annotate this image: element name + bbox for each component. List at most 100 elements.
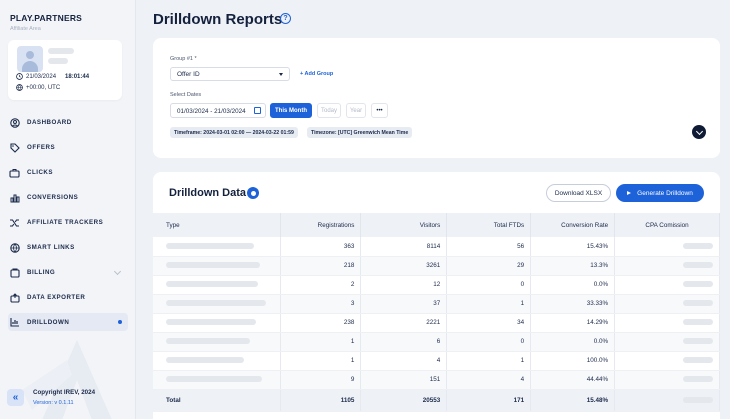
globe-icon bbox=[16, 84, 23, 91]
cpa-cell-blurred bbox=[614, 351, 720, 371]
chevron-down-icon[interactable] bbox=[113, 267, 122, 276]
col-total-ftds[interactable]: Total FTDs bbox=[446, 213, 532, 237]
type-cell-blurred bbox=[153, 294, 282, 314]
type-cell-blurred bbox=[153, 351, 282, 371]
visitors-cell: 37 bbox=[360, 294, 448, 314]
generate-drilldown-button[interactable]: Generate Drilldown bbox=[616, 184, 704, 202]
sidebar-item-label: CLICKS bbox=[27, 169, 54, 176]
type-cell-blurred bbox=[153, 313, 282, 333]
dates-label: Select Dates bbox=[170, 92, 202, 98]
table-row[interactable]: 1 6 0 0.0% bbox=[153, 332, 720, 352]
type-cell-blurred bbox=[153, 332, 282, 352]
ftds-cell: 1 bbox=[446, 294, 532, 314]
export-icon bbox=[9, 292, 20, 303]
sidebar-item-label: AFFILIATE TRACKERS bbox=[27, 219, 104, 226]
more-presets-button[interactable]: ••• bbox=[371, 103, 388, 118]
sidebar-item-conversions[interactable]: CONVERSIONS bbox=[0, 185, 136, 210]
sidebar-item-smart-links[interactable]: SMART LINKS bbox=[0, 235, 136, 260]
table-total-row: Total 1105 20553 171 15.48% bbox=[153, 389, 720, 412]
visitors-cell: 2221 bbox=[360, 313, 448, 333]
expand-filters-button[interactable] bbox=[692, 125, 706, 139]
data-title: Drilldown Data bbox=[169, 187, 247, 199]
rate-cell: 15.43% bbox=[530, 237, 616, 257]
col-registrations[interactable]: Registrations bbox=[280, 213, 362, 237]
registrations-cell: 218 bbox=[280, 256, 362, 276]
sidebar-item-clicks[interactable]: CLICKS bbox=[0, 160, 136, 185]
table-row[interactable]: 238 2221 34 14.29% bbox=[153, 313, 720, 333]
sidebar-item-label: CONVERSIONS bbox=[27, 194, 79, 201]
user-time: 18:01:44 bbox=[65, 73, 90, 80]
user-timezone: +00:00, UTC bbox=[16, 84, 60, 91]
table-row[interactable]: 3 37 1 33.33% bbox=[153, 294, 720, 314]
brand-subtitle: Affiliate Area bbox=[10, 26, 41, 32]
user-card: 21/03/2024 18:01:44 +00:00, UTC bbox=[8, 40, 122, 100]
ftds-cell: 34 bbox=[446, 313, 532, 333]
table-row[interactable]: 218 3261 29 13.3% bbox=[153, 256, 720, 276]
preset-this-month[interactable]: This Month bbox=[270, 103, 312, 118]
sidebar-item-label: DASHBOARD bbox=[27, 119, 72, 126]
collapse-sidebar-button[interactable]: « bbox=[7, 389, 24, 406]
user-role-blurred bbox=[48, 58, 68, 64]
col-conversion-rate[interactable]: Conversion Rate bbox=[530, 213, 616, 237]
user-circle-icon bbox=[9, 117, 20, 128]
total-cpa-blurred bbox=[614, 389, 720, 412]
help-icon[interactable]: ? bbox=[280, 13, 291, 24]
visitors-cell: 151 bbox=[360, 370, 448, 390]
total-rate: 15.48% bbox=[530, 389, 616, 412]
cpa-cell-blurred bbox=[614, 370, 720, 390]
sidebar-item-offers[interactable]: OFFERS bbox=[0, 135, 136, 160]
type-cell-blurred bbox=[153, 237, 282, 257]
rate-cell: 13.3% bbox=[530, 256, 616, 276]
ftds-cell: 0 bbox=[446, 275, 532, 295]
sidebar-item-data-exporter[interactable]: DATA EXPORTER bbox=[0, 285, 136, 310]
registrations-cell: 238 bbox=[280, 313, 362, 333]
sidebar-item-label: DATA EXPORTER bbox=[27, 294, 86, 301]
preset-today[interactable]: Today bbox=[317, 103, 341, 118]
sidebar-item-affiliate-trackers[interactable]: AFFILIATE TRACKERS bbox=[0, 210, 136, 235]
rate-cell: 33.33% bbox=[530, 294, 616, 314]
download-xlsx-button[interactable]: Download XLSX bbox=[546, 184, 611, 202]
shuffle-icon bbox=[9, 217, 20, 228]
visitors-cell: 3261 bbox=[360, 256, 448, 276]
col-visitors[interactable]: Visitors bbox=[360, 213, 448, 237]
user-datetime: 21/03/2024 18:01:44 bbox=[16, 73, 89, 80]
total-ftds: 171 bbox=[446, 389, 532, 412]
preset-year[interactable]: Year bbox=[346, 103, 366, 118]
table-row[interactable]: 9 151 4 44.44% bbox=[153, 370, 720, 390]
bar-chart-icon bbox=[9, 192, 20, 203]
clock-icon bbox=[16, 73, 23, 80]
ftds-cell: 0 bbox=[446, 332, 532, 352]
col-type[interactable]: Type bbox=[153, 213, 282, 237]
visitors-cell: 12 bbox=[360, 275, 448, 295]
chart-icon bbox=[9, 317, 20, 328]
type-cell-blurred bbox=[153, 256, 282, 276]
tag-icon bbox=[9, 142, 20, 153]
sidebar-item-label: SMART LINKS bbox=[27, 244, 75, 251]
col-cpa-comission[interactable]: CPA Comission bbox=[614, 213, 720, 237]
wallet-icon bbox=[9, 267, 20, 278]
date-range-input[interactable]: 01/03/2024 - 21/03/2024 bbox=[170, 103, 266, 118]
gear-icon[interactable] bbox=[247, 187, 259, 199]
total-label: Total bbox=[153, 389, 282, 412]
rate-cell: 14.29% bbox=[530, 313, 616, 333]
registrations-cell: 3 bbox=[280, 294, 362, 314]
page-title: Drilldown Reports bbox=[153, 11, 283, 28]
date-range-value: 01/03/2024 - 21/03/2024 bbox=[177, 108, 246, 115]
table-row[interactable]: 1 4 1 100.0% bbox=[153, 351, 720, 371]
sidebar-item-label: OFFERS bbox=[27, 144, 56, 151]
add-group-link[interactable]: + Add Group bbox=[300, 71, 333, 77]
brand-logo[interactable]: PLAY.PARTNERS bbox=[10, 13, 82, 23]
sidebar-item-dashboard[interactable]: DASHBOARD bbox=[0, 110, 136, 135]
cpa-cell-blurred bbox=[614, 313, 720, 333]
globe-icon bbox=[9, 242, 20, 253]
rate-cell: 100.0% bbox=[530, 351, 616, 371]
table-row[interactable]: 363 8114 56 15.43% bbox=[153, 237, 720, 257]
calendar-icon bbox=[254, 107, 261, 114]
table-row[interactable]: 2 12 0 0.0% bbox=[153, 275, 720, 295]
drilldown-data-panel: Drilldown Data Download XLSX Generate Dr… bbox=[153, 172, 720, 419]
rate-cell: 0.0% bbox=[530, 275, 616, 295]
sidebar-item-drilldown[interactable]: DRILLDOWN bbox=[8, 313, 128, 331]
group-select[interactable]: Offer ID bbox=[170, 67, 290, 81]
copyright-text: Copyright IREV, 2024 bbox=[33, 389, 96, 396]
sidebar-item-billing[interactable]: BILLING bbox=[0, 260, 136, 285]
